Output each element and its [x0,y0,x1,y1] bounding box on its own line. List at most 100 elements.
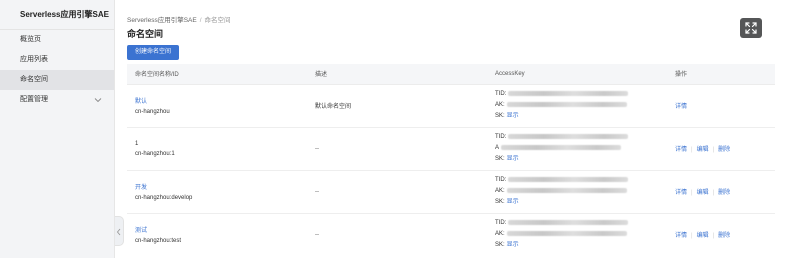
tid-line: TID: [495,175,667,186]
tid-line: TID: [495,218,667,229]
namespace-cell: 默认 cn-hangzhou [127,84,307,128]
sidebar: Serverless应用引擎SAE 概览页 应用列表 命名空间 配置管理 [0,0,115,258]
action-separator: | [712,147,715,153]
ak-value-redacted [501,144,622,150]
ak-line: AK: [495,229,667,240]
sidebar-brand: Serverless应用引擎SAE [0,0,114,30]
description-cell: -- [307,170,487,214]
table-header-row: 命名空间名称/ID 描述 AccessKey 操作 [127,64,775,85]
namespace-name-link[interactable]: 开发 [135,182,307,191]
action-separator: | [691,233,693,240]
create-namespace-button[interactable]: 创建命名空间 [127,45,179,60]
ak-value-redacted [506,187,627,193]
namespace-id: cn-hangzhou [135,109,170,115]
tid-label: TID: [495,177,507,183]
ak-label: AK: [495,102,505,108]
detail-link[interactable]: 详情 [675,147,687,153]
namespace-name-link[interactable]: 默认 [135,96,307,105]
action-separator: | [691,147,693,153]
table-row: 测试 cn-hangzhou:test -- TID: AK: SK: 显示 详情… [127,213,775,256]
namespace-id: cn-hangzhou:develop [135,195,193,201]
tid-value-redacted [508,133,629,139]
sidebar-item-label: 配置管理 [20,96,48,103]
tid-value-redacted [508,176,629,182]
tid-line: TID: [495,89,667,100]
sk-show-link[interactable]: 显示 [507,113,519,119]
sk-show-link[interactable]: 显示 [507,242,519,248]
edit-link[interactable]: 编辑 [697,147,709,153]
breadcrumb-separator: / [199,17,202,24]
fullscreen-button[interactable] [740,18,762,38]
sk-line: SK: 显示 [495,154,667,165]
namespace-cell: 测试 cn-hangzhou:test [127,213,307,256]
tid-line: TID: [495,132,667,143]
tid-value-redacted [508,90,629,96]
detail-link[interactable]: 详情 [675,190,687,196]
tid-label: TID: [495,220,507,227]
table-row: 默认 cn-hangzhou 默认命名空间 TID: AK: SK: 显示 详情 [127,84,775,128]
ak-value-redacted [506,101,627,107]
ak-line: AK: [495,100,667,111]
ak-value-redacted [506,231,627,237]
edit-link[interactable]: 编辑 [697,233,709,239]
sk-label: SK: [495,199,505,205]
description-cell: -- [315,231,319,238]
breadcrumb-current: 命名空间 [204,17,231,24]
action-separator: | [712,190,715,196]
detail-link[interactable]: 详情 [675,233,687,239]
namespace-id: cn-hangzhou:test [135,238,182,245]
sidebar-item-namespace[interactable]: 命名空间 [0,70,114,90]
sk-line: SK: 显示 [495,197,667,208]
column-header-accesskey: AccessKey [487,64,667,85]
ak-label: AK: [495,231,505,238]
description-cell: -- [307,127,487,171]
sk-line: SK: 显示 [495,111,667,122]
sidebar-collapse-handle[interactable] [115,216,124,246]
sidebar-item-app-list[interactable]: 应用列表 [0,50,114,70]
description-cell: 默认命名空间 [307,84,487,128]
actions-cell: 详情 | 编辑 | 删除 [667,170,775,214]
namespace-name-link[interactable]: 1 [135,141,307,147]
accesskey-cell: TID: AK: SK: 显示 [487,84,667,128]
column-header-name: 命名空间名称/ID [127,64,307,85]
namespace-table: 命名空间名称/ID 描述 AccessKey 操作 默认 cn-hangzhou… [127,64,775,256]
action-separator: | [712,233,715,240]
breadcrumb-root[interactable]: Serverless应用引擎SAE [127,17,197,24]
action-separator: | [691,190,693,196]
sidebar-item-config[interactable]: 配置管理 [0,90,114,110]
sk-show-link[interactable]: 显示 [507,156,519,162]
detail-link[interactable]: 详情 [675,104,687,110]
column-header-description: 描述 [307,64,487,85]
delete-link[interactable]: 删除 [718,147,730,153]
accesskey-cell: TID: AK: SK: 显示 [487,170,667,214]
ak-line: A [495,143,667,154]
namespace-cell: 1 cn-hangzhou:1 [127,127,307,171]
tid-label: TID: [495,91,507,97]
namespace-cell: 开发 cn-hangzhou:develop [127,170,307,214]
tid-label: TID: [495,134,507,140]
main-content: Serverless应用引擎SAE / 命名空间 命名空间 创建命名空间 命名空间名… [127,0,775,258]
actions-cell: 详情 [667,84,775,128]
breadcrumb: Serverless应用引擎SAE / 命名空间 [127,14,231,24]
fullscreen-icon [745,22,757,34]
tid-value-redacted [508,220,629,226]
chevron-down-icon [94,98,102,103]
ak-label: A [495,145,500,151]
namespace-id: cn-hangzhou:1 [135,150,175,157]
namespace-name-link[interactable]: 测试 [135,225,307,234]
ak-label: AK: [495,188,505,194]
sk-label: SK: [495,156,505,162]
sk-label: SK: [495,242,505,249]
sk-label: SK: [495,113,505,119]
sidebar-item-overview[interactable]: 概览页 [0,30,114,50]
edit-link[interactable]: 编辑 [697,190,709,196]
accesskey-cell: TID: A SK: 显示 [487,127,667,171]
sk-show-link[interactable]: 显示 [507,199,519,205]
chevron-left-icon [116,228,121,236]
actions-cell: 详情 | 编辑 | 删除 [667,213,775,256]
ak-line: AK: [495,186,667,197]
delete-link[interactable]: 删除 [718,233,730,239]
delete-link[interactable]: 删除 [718,190,730,196]
column-header-actions: 操作 [667,64,775,85]
table-row: 1 cn-hangzhou:1 -- TID: A SK: 显示 详情 | 编辑 | 删除 [127,127,775,171]
